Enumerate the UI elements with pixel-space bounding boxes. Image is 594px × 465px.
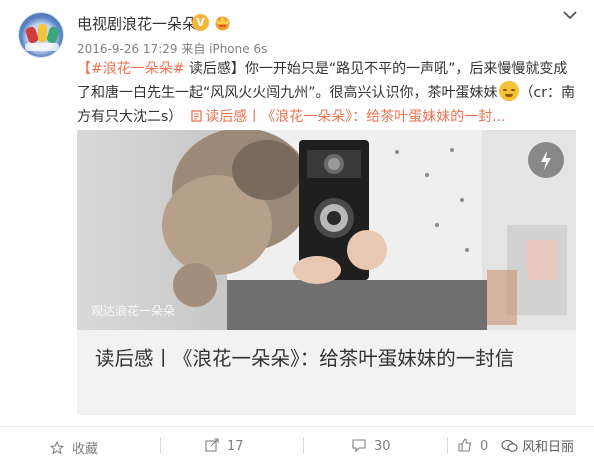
wechat-icon xyxy=(501,439,518,452)
repost-count: 17 xyxy=(227,439,244,454)
chevron-down-icon[interactable] xyxy=(561,8,579,22)
verified-icon: V xyxy=(192,14,209,31)
action-divider xyxy=(303,437,304,453)
lightning-icon[interactable] xyxy=(528,142,564,178)
favorite-button[interactable]: 收藏 xyxy=(50,438,98,457)
brand-name: 风和日丽 xyxy=(522,440,575,455)
avatar[interactable] xyxy=(18,12,64,58)
favorite-label: 收藏 xyxy=(72,442,99,457)
comment-icon xyxy=(352,439,366,452)
article-link[interactable]: 读后感丨《浪花一朵朵》：给茶叶蛋妹妹的一封... xyxy=(191,109,506,125)
article-icon xyxy=(191,110,202,122)
like-button[interactable]: 0 xyxy=(458,438,488,454)
card-title[interactable]: 读后感丨《浪花一朵朵》：给茶叶蛋妹妹的一封信 xyxy=(95,344,565,374)
cover-image[interactable]: 观达浪花一朵朵 xyxy=(77,130,576,330)
wechat-watermark: 风和日丽 xyxy=(501,436,574,455)
comment-button[interactable]: 30 xyxy=(352,438,391,454)
hashtag-link[interactable]: #浪花一朵朵# xyxy=(91,61,184,77)
article-card[interactable]: 观达浪花一朵朵 读后感丨《浪花一朵朵》：给茶叶蛋妹妹的一封信 xyxy=(77,130,576,415)
footer-divider xyxy=(0,426,594,427)
action-divider xyxy=(160,437,161,453)
repost-icon xyxy=(205,438,219,452)
image-watermark: 观达浪花一朵朵 xyxy=(91,304,176,318)
bracket: 【 xyxy=(77,61,91,77)
author-name[interactable]: 电视剧浪花一朵朵 xyxy=(77,13,197,34)
repost-button[interactable]: 17 xyxy=(205,438,244,454)
comment-count: 30 xyxy=(374,439,391,454)
smile-emoji-icon xyxy=(498,81,519,101)
star-icon xyxy=(50,441,64,455)
thumbs-up-icon xyxy=(458,438,472,452)
action-divider xyxy=(447,437,448,453)
like-count: 0 xyxy=(480,439,489,454)
post-timestamp[interactable]: 2016-9-26 17:29 来自 iPhone 6s xyxy=(77,40,267,57)
cover-illustration xyxy=(162,130,576,330)
post-text: 【#浪花一朵朵# 读后感】你一开始只是“路见不平的一声吼”，后来慢慢就变成了和唐… xyxy=(77,57,577,129)
member-crown-icon[interactable] xyxy=(213,14,232,31)
article-link-label: 读后感丨《浪花一朵朵》：给茶叶蛋妹妹的一封... xyxy=(205,109,506,125)
